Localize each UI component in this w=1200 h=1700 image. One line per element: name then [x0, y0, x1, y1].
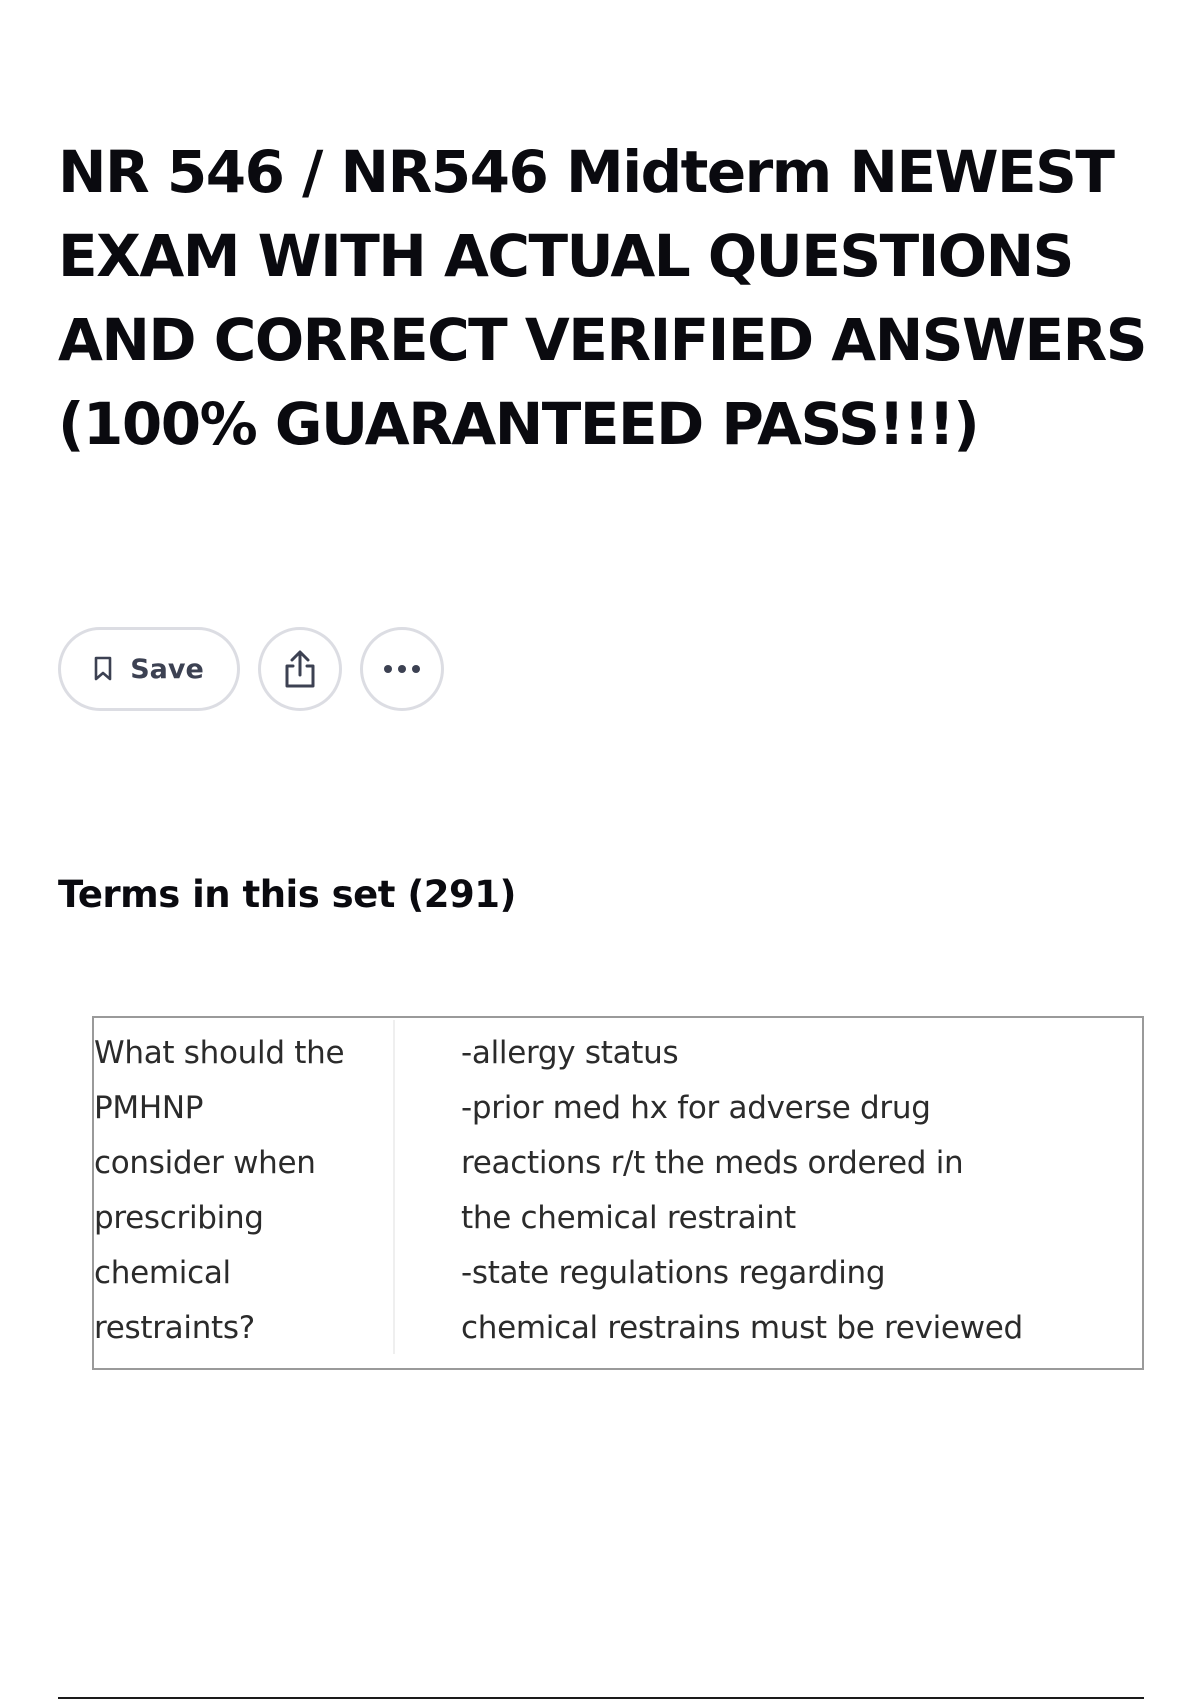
- more-options-icon: [382, 664, 422, 674]
- share-icon: [282, 649, 318, 689]
- more-options-button[interactable]: [360, 627, 444, 711]
- save-button[interactable]: Save: [58, 627, 240, 711]
- term-divider: [393, 1020, 395, 1354]
- save-button-label: Save: [130, 653, 204, 685]
- bottom-divider: [58, 1697, 1144, 1699]
- bookmark-icon: [94, 656, 112, 682]
- term-card: What should the PMHNP consider when pres…: [92, 1016, 1144, 1370]
- action-bar: Save: [58, 627, 444, 711]
- page-title: NR 546 / NR546 Midterm NEWEST EXAM WITH …: [58, 138, 1148, 458]
- term-definition: -allergy status -prior med hx for advers…: [461, 1035, 1023, 1346]
- share-button[interactable]: [258, 627, 342, 711]
- terms-heading: Terms in this set (291): [58, 873, 516, 916]
- term-word: What should the PMHNP consider when pres…: [94, 1035, 345, 1346]
